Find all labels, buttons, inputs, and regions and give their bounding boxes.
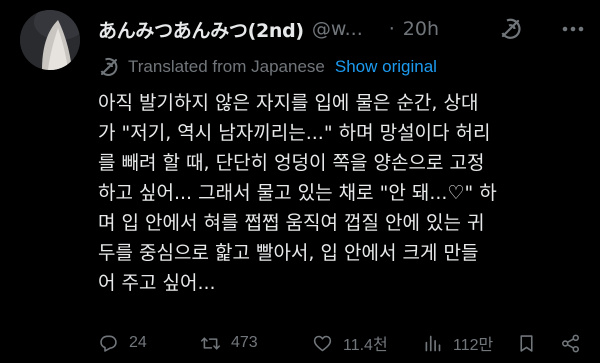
author-handle[interactable]: @w... <box>312 18 363 40</box>
reply-icon <box>100 335 117 352</box>
bookmark-button[interactable] <box>516 328 537 358</box>
action-bar: 24 473 11.4천 112만 <box>98 328 592 358</box>
author-name[interactable]: あんみつあんみつ(2nd) <box>98 16 304 43</box>
share-icon <box>562 334 579 352</box>
translation-row: Translated from Japanese Show original <box>98 54 437 80</box>
show-original-link[interactable]: Show original <box>335 57 437 77</box>
retweet-icon <box>200 336 221 350</box>
views-icon <box>425 335 441 351</box>
retweet-button[interactable]: 473 <box>200 328 258 358</box>
reply-button[interactable]: 24 <box>98 328 147 358</box>
like-button[interactable]: 11.4천 <box>312 328 388 358</box>
avatar[interactable] <box>20 10 80 70</box>
reply-count: 24 <box>129 334 147 351</box>
tweet-time[interactable]: 20h <box>403 18 439 40</box>
tweet-header: あんみつあんみつ(2nd) @w... · 20h <box>98 14 588 44</box>
tweet-body-line: 두를 중심으로 핥고 빨아서, 입 안에서 크게 만들 <box>98 242 479 264</box>
like-count: 11.4천 <box>343 337 388 354</box>
share-button[interactable] <box>560 328 581 358</box>
views-button[interactable]: 112만 <box>422 328 493 358</box>
translate-icon <box>98 56 120 78</box>
separator-dot: · <box>388 18 395 40</box>
translated-label: Translated from Japanese <box>128 57 325 76</box>
retweet-count: 473 <box>231 334 258 351</box>
bookmark-icon <box>520 334 533 352</box>
tweet-body-line: 가 "저기, 역시 남자끼리는..." 하며 망설이다 허리 <box>98 122 491 144</box>
grok-icon[interactable] <box>498 16 524 42</box>
tweet-body-line: 하고 싶어... 그래서 물고 있는 채로 "안 돼...♡" 하 <box>98 182 497 204</box>
tweet-body-line: 아직 발기하지 않은 자지를 입에 물은 순간, 상대 <box>98 92 479 114</box>
tweet-body-line: 며 입 안에서 혀를 쩝쩝 움직여 껍질 안에 있는 귀 <box>98 212 485 234</box>
heart-icon <box>313 335 332 351</box>
views-count: 112만 <box>453 337 494 354</box>
tweet-body-line: 를 빼려 할 때, 단단히 엉덩이 쪽을 양손으로 고정 <box>98 152 485 174</box>
tweet-body: 아직 발기하지 않은 자지를 입에 물은 순간, 상대 가 "저기, 역시 남자… <box>98 88 590 298</box>
more-icon[interactable] <box>558 16 588 42</box>
tweet-body-line: 어 주고 싶어... <box>98 272 216 294</box>
